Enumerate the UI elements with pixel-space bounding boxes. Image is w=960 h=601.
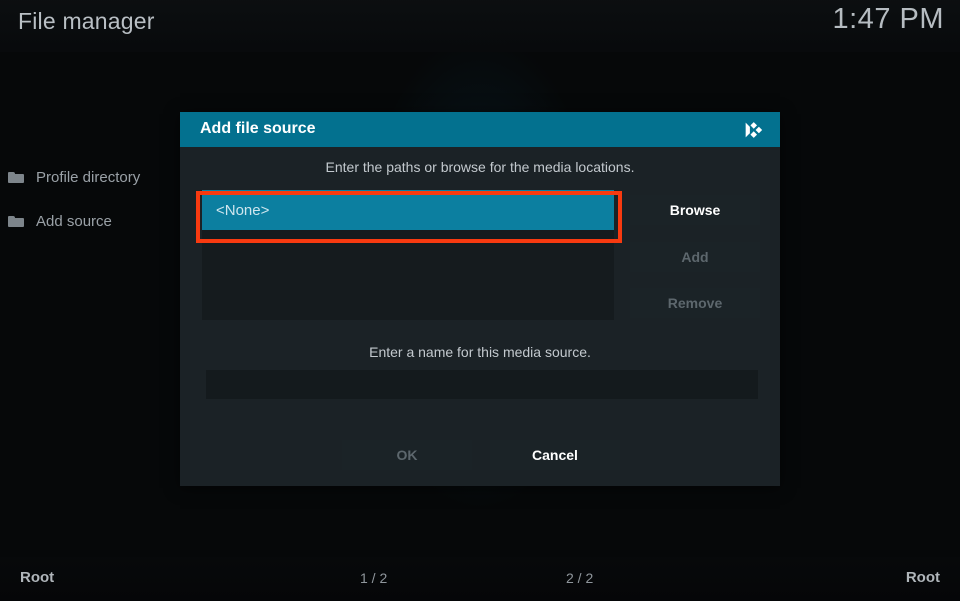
ok-button[interactable]: OK (342, 440, 472, 470)
folder-icon (8, 215, 24, 227)
media-source-name-input[interactable] (206, 370, 758, 399)
folder-icon (8, 171, 24, 183)
status-bar: Root 1 / 2 2 / 2 Root (0, 557, 960, 601)
add-button[interactable]: Add (630, 242, 760, 272)
cancel-button[interactable]: Cancel (490, 440, 620, 470)
sidebar-item-label: Profile directory (36, 168, 141, 186)
dialog-title: Add file source (200, 120, 316, 137)
status-right-count: 2 / 2 (566, 570, 594, 586)
status-right-path: Root (905, 569, 940, 586)
page-title: File manager (18, 8, 155, 34)
sidebar-item-label: Add source (36, 212, 112, 230)
top-bar: File manager 1:47 PM (0, 0, 960, 52)
status-left-path: Root (20, 569, 55, 586)
dialog-header: Add file source (180, 112, 780, 147)
paths-hint-label: Enter the paths or browse for the media … (325, 159, 635, 175)
sidebar-item-add-source[interactable]: Add source (0, 204, 190, 238)
clock: 1:47 PM (832, 3, 944, 35)
dialog-body: Enter the paths or browse for the media … (180, 147, 780, 486)
status-left-count: 1 / 2 (360, 570, 388, 586)
remove-button[interactable]: Remove (630, 288, 760, 318)
path-list-item-none[interactable]: <None> (202, 190, 614, 230)
browse-button[interactable]: Browse (630, 195, 760, 225)
add-file-source-dialog: Add file source Enter the paths or brows… (180, 112, 780, 486)
name-hint-label: Enter a name for this media source. (369, 344, 591, 360)
file-list-left-panel: Profile directory Add source (0, 160, 190, 248)
kodi-file-manager-screen: File manager 1:47 PM Profile directory A… (0, 0, 960, 601)
kodi-logo-icon (742, 119, 764, 141)
sidebar-item-profile-directory[interactable]: Profile directory (0, 160, 190, 194)
path-list-item-label: <None> (216, 201, 270, 219)
